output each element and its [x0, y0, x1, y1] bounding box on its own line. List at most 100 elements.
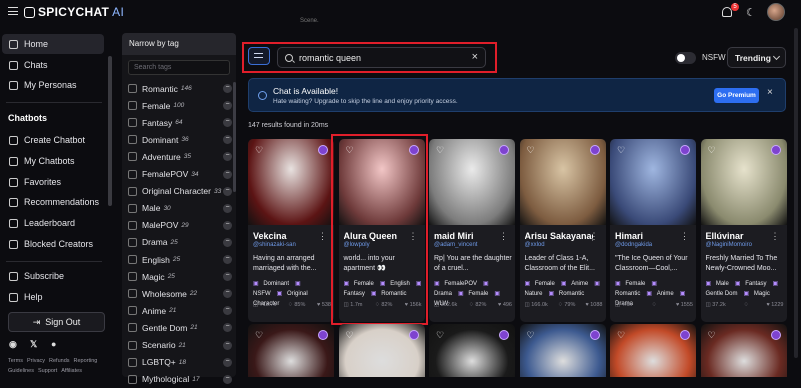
- exclude-tag-icon[interactable]: −: [223, 135, 232, 145]
- exclude-tag-icon[interactable]: −: [223, 203, 232, 213]
- info-icon[interactable]: [499, 145, 509, 155]
- character-card[interactable]: ♡: [610, 324, 696, 377]
- card-tag[interactable]: ▣ Male: [706, 281, 732, 287]
- sidebar-item-chats[interactable]: Chats: [2, 55, 104, 75]
- menu-icon[interactable]: [8, 7, 18, 15]
- more-options-icon[interactable]: ⋮: [590, 231, 599, 242]
- info-icon[interactable]: [589, 330, 600, 340]
- sidebar-item-home[interactable]: Home: [2, 34, 104, 54]
- info-icon[interactable]: [770, 145, 781, 155]
- tag-item[interactable]: Drama 25 −: [128, 234, 232, 251]
- info-icon[interactable]: [680, 145, 690, 155]
- character-card[interactable]: ♡ maid Miri ⋮ @adam_vincent Rp| You are the …: [429, 139, 515, 322]
- exclude-tag-icon[interactable]: −: [223, 186, 232, 196]
- character-image[interactable]: ♡: [610, 139, 696, 225]
- close-icon[interactable]: ×: [767, 87, 773, 98]
- info-icon[interactable]: [499, 330, 509, 340]
- exclude-tag-icon[interactable]: −: [223, 237, 232, 247]
- heart-icon[interactable]: ♡: [617, 330, 625, 341]
- card-creator[interactable]: @dodngakida: [615, 242, 652, 248]
- character-image[interactable]: ♡: [248, 139, 334, 225]
- card-creator[interactable]: @xxlod: [525, 242, 545, 248]
- character-card[interactable]: ♡ Vekcina ⋮ @shinazaki-san Having an arrange…: [248, 139, 334, 322]
- character-image[interactable]: ♡: [700, 139, 787, 225]
- main-scrollbar[interactable]: [794, 28, 798, 358]
- card-tag[interactable]: ▣ Dominant: [253, 281, 292, 287]
- exclude-tag-icon[interactable]: −: [223, 255, 232, 264]
- card-creator[interactable]: @adam_vincent: [434, 242, 477, 248]
- character-image[interactable]: ♡: [429, 139, 515, 225]
- tag-checkbox[interactable]: [128, 340, 137, 350]
- tag-item[interactable]: LGBTQ+ 18 −: [128, 354, 232, 371]
- card-tag[interactable]: ▣ Fantasy: [735, 281, 770, 287]
- exclude-tag-icon[interactable]: −: [223, 220, 232, 230]
- card-tag[interactable]: ▣ Romantic: [549, 291, 588, 297]
- tag-scrollbar[interactable]: [233, 82, 236, 192]
- tag-item[interactable]: FemalePOV 34 −: [128, 166, 232, 183]
- tag-item[interactable]: Gentle Dom 21 −: [128, 319, 232, 336]
- discord-icon[interactable]: ◉: [9, 339, 17, 350]
- sidebar-item-recommendations[interactable]: Recommendations: [2, 192, 104, 212]
- tag-item[interactable]: Fantasy 64 −: [128, 114, 232, 131]
- heart-icon[interactable]: ♡: [708, 330, 716, 341]
- character-card[interactable]: ♡ Himari ⋮ @dodngakida "The Ice Queen of You…: [610, 139, 696, 322]
- tag-item[interactable]: Dominant 36 −: [128, 131, 232, 148]
- heart-icon[interactable]: ♡: [527, 330, 535, 341]
- footer-link-refunds[interactable]: Refunds: [49, 358, 70, 364]
- tag-item[interactable]: Adventure 35 −: [128, 148, 232, 165]
- more-options-icon[interactable]: ⋮: [771, 231, 780, 242]
- sidebar-item-my-chatbots[interactable]: My Chatbots: [2, 151, 104, 171]
- tag-item[interactable]: Anime 21 −: [128, 302, 232, 319]
- tag-item[interactable]: Magic 25 −: [128, 268, 232, 285]
- footer-link-privacy[interactable]: Privacy: [27, 358, 45, 364]
- sidebar-item-subscribe[interactable]: Subscribe: [2, 266, 104, 286]
- info-icon[interactable]: [680, 330, 690, 340]
- tag-item[interactable]: Romantic 146 −: [128, 80, 232, 97]
- tag-checkbox[interactable]: [128, 186, 137, 196]
- tag-checkbox[interactable]: [128, 101, 137, 111]
- tag-item[interactable]: Female 100 −: [128, 97, 232, 114]
- tag-checkbox[interactable]: [128, 255, 137, 264]
- more-options-icon[interactable]: ⋮: [318, 231, 327, 242]
- exclude-tag-icon[interactable]: −: [223, 289, 232, 299]
- tag-item[interactable]: English 25 −: [128, 251, 232, 268]
- exclude-tag-icon[interactable]: −: [223, 323, 232, 333]
- exclude-tag-icon[interactable]: −: [223, 152, 232, 162]
- tag-checkbox[interactable]: [128, 306, 137, 316]
- character-card[interactable]: ♡: [338, 324, 425, 377]
- character-card[interactable]: ♡: [248, 324, 334, 377]
- more-options-icon[interactable]: ⋮: [499, 231, 508, 242]
- tag-checkbox[interactable]: [128, 272, 137, 282]
- exclude-tag-icon[interactable]: −: [223, 169, 232, 179]
- tag-checkbox[interactable]: [128, 169, 137, 179]
- exclude-tag-icon[interactable]: −: [223, 340, 232, 350]
- sidebar-scrollbar[interactable]: [108, 56, 112, 206]
- info-icon[interactable]: [408, 330, 419, 340]
- tag-item[interactable]: Scenario 21 −: [128, 337, 232, 354]
- exclude-tag-icon[interactable]: −: [223, 272, 232, 282]
- reddit-icon[interactable]: ●: [51, 339, 56, 349]
- heart-icon[interactable]: ♡: [617, 145, 625, 156]
- card-tag[interactable]: ▣ FemalePOV: [434, 281, 480, 287]
- card-tag[interactable]: ▣ Magic: [744, 291, 773, 297]
- more-options-icon[interactable]: ⋮: [680, 231, 689, 242]
- go-premium-button[interactable]: Go Premium: [714, 88, 759, 103]
- exclude-tag-icon[interactable]: −: [223, 84, 232, 93]
- tag-item[interactable]: Original Character 33−: [128, 183, 232, 200]
- sidebar-item-create-chatbot[interactable]: Create Chatbot: [2, 130, 104, 150]
- exclude-tag-icon[interactable]: −: [223, 357, 232, 367]
- tag-checkbox[interactable]: [128, 289, 137, 299]
- heart-icon[interactable]: ♡: [708, 145, 716, 156]
- info-icon[interactable]: [318, 330, 328, 340]
- tag-checkbox[interactable]: [128, 152, 137, 162]
- info-icon[interactable]: [589, 145, 600, 155]
- sort-dropdown[interactable]: Trending: [727, 47, 786, 68]
- exclude-tag-icon[interactable]: −: [223, 374, 232, 384]
- tag-item[interactable]: Wholesome 22 −: [128, 285, 232, 302]
- info-icon[interactable]: [770, 330, 781, 340]
- footer-link-support[interactable]: Support: [38, 368, 57, 374]
- tag-item[interactable]: Male 30 −: [128, 200, 232, 217]
- footer-link-terms[interactable]: Terms: [8, 358, 23, 364]
- tag-checkbox[interactable]: [128, 135, 137, 145]
- card-tag[interactable]: ▣ Female: [525, 281, 558, 287]
